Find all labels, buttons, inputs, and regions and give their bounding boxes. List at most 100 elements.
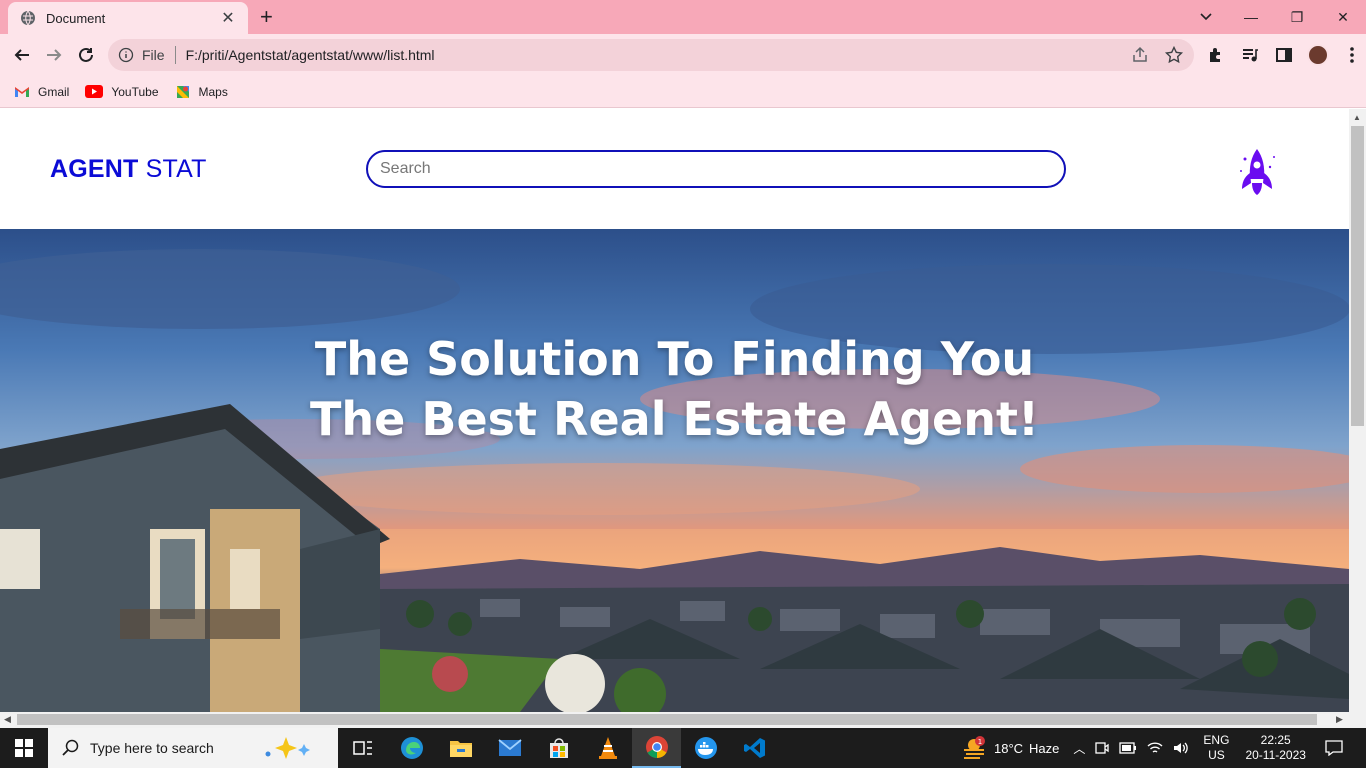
weather-widget[interactable]: 1 18°C Haze [960, 736, 1059, 760]
bookmark-youtube[interactable]: YouTube [85, 84, 159, 99]
volume-icon[interactable] [1173, 741, 1189, 755]
taskbar: Type here to search 1 18°C Haze ︿ ENG US… [0, 728, 1366, 768]
bookmark-maps[interactable]: Maps [175, 84, 228, 100]
weather-temperature: 18°C [994, 740, 1024, 756]
restore-button[interactable]: ❐ [1274, 0, 1320, 34]
browser-titlebar: Document ✕ + — ❐ ✕ [0, 0, 1366, 34]
edge-app[interactable] [387, 728, 436, 768]
clock-time: 22:25 [1260, 733, 1291, 747]
page-viewport: AGENT STAT Search The Solution To Findin… [0, 109, 1349, 712]
new-tab-button[interactable]: + [260, 6, 273, 28]
start-button[interactable] [0, 728, 48, 768]
maps-icon [176, 85, 189, 98]
reload-icon [79, 47, 93, 62]
bookmark-label: YouTube [111, 84, 159, 99]
reload-button[interactable] [74, 43, 98, 67]
clock[interactable]: 22:25 20-11-2023 [1245, 733, 1306, 763]
keyboard-layout: US [1208, 748, 1225, 762]
task-view-icon [352, 741, 372, 755]
vscode-icon [743, 738, 765, 758]
bookmark-label: Gmail [38, 84, 70, 99]
mail-icon [497, 739, 522, 756]
taskbar-search-placeholder: Type here to search [90, 740, 214, 756]
notification-icon[interactable] [1324, 738, 1344, 758]
weather-description: Haze [1029, 740, 1060, 756]
haze-icon: 1 [964, 736, 985, 759]
logo-regular-text: STAT [138, 155, 207, 183]
address-scheme: File [142, 47, 165, 63]
minimize-button[interactable]: — [1228, 0, 1274, 34]
chevron-up-icon[interactable]: ︿ [1073, 740, 1085, 757]
meet-now-icon[interactable] [1095, 740, 1110, 756]
hero-background-image [0, 249, 1349, 712]
docker-app[interactable] [681, 728, 730, 768]
language-code: ENG [1203, 733, 1230, 747]
forward-button[interactable] [42, 43, 66, 67]
star-icon[interactable] [1164, 45, 1184, 65]
gmail-icon [15, 86, 29, 97]
docker-icon [694, 737, 717, 759]
logo-bold-text: AGENT [50, 155, 139, 183]
wifi-icon[interactable] [1147, 741, 1163, 755]
share-icon[interactable] [1130, 45, 1150, 65]
vscode-app[interactable] [730, 728, 779, 768]
rocket-icon[interactable] [1230, 147, 1284, 197]
task-view-button[interactable] [338, 728, 387, 768]
globe-icon [21, 10, 35, 26]
bookmark-label: Maps [198, 84, 228, 99]
file-explorer-app[interactable] [436, 728, 485, 768]
scroll-right-icon[interactable]: ▶ [1336, 714, 1343, 725]
hero-title-line-2: The Best Real Estate Agent! [310, 392, 1039, 446]
arrow-right-icon [47, 49, 62, 61]
hero-banner: The Solution To Finding You The Best Rea… [0, 229, 1349, 712]
bookmark-gmail[interactable]: Gmail [14, 85, 69, 99]
browser-tab[interactable]: Document ✕ [8, 2, 248, 34]
vlc-app[interactable] [583, 728, 632, 768]
site-logo[interactable]: AGENT STAT [50, 155, 207, 184]
youtube-icon [85, 85, 104, 98]
store-icon [549, 738, 568, 758]
close-window-button[interactable]: ✕ [1320, 0, 1366, 34]
browser-toolbar: File F:/priti/Agentstat/agentstat/www/li… [0, 34, 1366, 76]
store-app[interactable] [534, 728, 583, 768]
mail-app[interactable] [485, 728, 534, 768]
taskbar-search[interactable]: Type here to search [48, 728, 338, 768]
arrow-left-icon [14, 49, 29, 61]
close-tab-icon[interactable]: ✕ [220, 8, 236, 28]
back-button[interactable] [10, 43, 34, 67]
scroll-up-icon[interactable]: ▲ [1353, 113, 1361, 122]
vertical-scroll-thumb[interactable] [1351, 126, 1364, 426]
extensions-icon[interactable] [1204, 43, 1228, 67]
battery-icon[interactable] [1119, 742, 1137, 754]
horizontal-scroll-thumb[interactable] [17, 714, 1317, 725]
hero-title: The Solution To Finding You The Best Rea… [0, 329, 1349, 449]
media-icon[interactable] [1238, 43, 1262, 67]
sidepanel-icon[interactable] [1272, 43, 1296, 67]
scroll-left-icon[interactable]: ◀ [4, 714, 11, 725]
windows-icon [15, 739, 33, 757]
vlc-icon [598, 737, 617, 759]
search-icon [62, 739, 79, 756]
profile-avatar[interactable] [1306, 43, 1330, 67]
sparkle-icon [265, 737, 310, 759]
clock-date: 20-11-2023 [1245, 748, 1306, 762]
chrome-app[interactable] [632, 728, 681, 768]
chrome-icon [645, 736, 668, 758]
address-bar[interactable]: File F:/priti/Agentstat/agentstat/www/li… [108, 39, 1194, 71]
menu-icon[interactable] [1340, 43, 1364, 67]
tab-title: Document [46, 10, 106, 26]
address-url[interactable]: F:/priti/Agentstat/agentstat/www/list.ht… [186, 47, 435, 63]
chevron-down-icon[interactable] [1196, 6, 1216, 26]
address-separator [174, 46, 176, 64]
edge-icon [400, 737, 423, 759]
site-search-input[interactable] [366, 150, 1066, 188]
system-tray: 1 18°C Haze ︿ ENG US 22:25 20-11-2023 [960, 728, 1344, 768]
info-icon[interactable] [118, 47, 134, 63]
vertical-scrollbar[interactable]: ▲ [1349, 109, 1366, 712]
horizontal-scrollbar[interactable]: ◀ ▶ [0, 712, 1366, 728]
site-header: AGENT STAT [0, 109, 1349, 229]
language-indicator[interactable]: ENG US [1203, 733, 1229, 763]
bookmarks-bar: Gmail YouTube Maps [0, 76, 1366, 108]
hero-title-line-1: The Solution To Finding You [314, 332, 1035, 386]
weather-badge-count: 1 [978, 738, 982, 746]
